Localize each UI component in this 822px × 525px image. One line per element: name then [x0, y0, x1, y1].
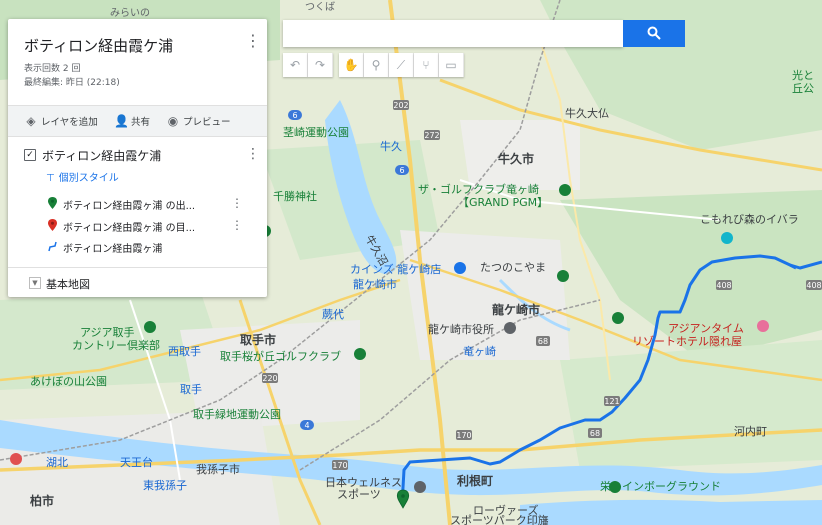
search-input[interactable] [283, 20, 623, 47]
red-pin-icon [46, 219, 58, 234]
preview-button[interactable]: ◉ プレビュー [166, 106, 231, 136]
layers-icon: ◈ [26, 114, 36, 128]
svg-text:220: 220 [262, 374, 277, 383]
label-abiko: 我孫子市 [196, 462, 240, 476]
line-icon[interactable]: ⟋ [389, 53, 414, 77]
svg-text:202: 202 [393, 101, 408, 110]
label-nihonwellness: 日本ウェルネス [325, 475, 402, 489]
label-mirai: みらいの [110, 7, 150, 19]
individual-style-link[interactable]: ⊤ 個別スタイル [46, 169, 119, 184]
label-nihonwellness2: スポーツ [337, 488, 381, 501]
paint-roller-icon: ⊤ [46, 173, 55, 184]
label-cainz: カインズ 龍ケ崎店 [350, 262, 441, 276]
panel-more-icon[interactable]: ⋮ [245, 31, 261, 51]
label-ushikushi: 牛久市 [498, 151, 534, 166]
search-icon [647, 26, 661, 40]
feature-item-end[interactable]: ボティロン経由霞ヶ浦 の目... ⋮ [46, 218, 243, 234]
ruler-icon[interactable]: ▭ [439, 53, 464, 77]
eye-icon: ◉ [167, 114, 179, 128]
label-asiantime2: リゾートホテル隠れ屋 [632, 335, 742, 348]
svg-text:272: 272 [424, 131, 439, 140]
label-golf2: 【GRAND PGM】 [458, 196, 548, 209]
svg-text:121: 121 [604, 397, 619, 406]
label-higashiabiko: 東我孫子 [143, 479, 187, 492]
hand-icon[interactable]: ✋ [339, 53, 364, 77]
label-golf: ザ・ゴルフクラブ竜ヶ崎 [418, 182, 539, 196]
marker-icon[interactable]: ⚲ [364, 53, 389, 77]
map-title[interactable]: ボティロン経由霞ケ浦 [24, 35, 173, 56]
route-icon[interactable]: ⑂ [414, 53, 439, 77]
label-akebono: あけぼの山公園 [30, 375, 107, 388]
svg-text:68: 68 [538, 337, 548, 346]
label-torideryokuchi: 取手緑地運動公園 [193, 407, 281, 421]
svg-text:4: 4 [304, 421, 309, 430]
label-asiantime: アジアンタイム [668, 322, 744, 335]
svg-text:68: 68 [590, 429, 600, 438]
last-edit: 最終編集: 昨日 (22:18) [24, 78, 120, 88]
basemap-label: 基本地図 [46, 278, 90, 291]
layer-checkbox[interactable]: ✓ [24, 149, 36, 161]
label-ushiku-station: 牛久 [380, 139, 402, 153]
feature-more-icon[interactable]: ⋮ [231, 196, 243, 210]
basemap-row[interactable]: ▼ 基本地図 [8, 267, 267, 298]
label-ryugasakishi: 龍ケ崎市 [492, 302, 540, 317]
route-line-icon [46, 241, 58, 255]
label-tenno: 天王台 [120, 455, 153, 469]
label-kosonko: 湖北 [46, 456, 68, 469]
label-asiatoride2: カントリー倶楽部 [72, 338, 160, 352]
layer-title[interactable]: ボティロン経由霞ケ浦 [42, 147, 161, 164]
view-count: 表示回数 2 回 [24, 64, 81, 74]
map-panel: ボティロン経由霞ケ浦 ⋮ 表示回数 2 回 最終編集: 昨日 (22:18) ◈… [8, 19, 267, 297]
label-ryugasaki: 竜ヶ崎 [463, 344, 496, 358]
undo-icon[interactable]: ↶ [283, 53, 308, 77]
label-tonecho: 利根町 [457, 473, 493, 488]
label-torideshi: 取手市 [240, 332, 276, 347]
label-chikatsu: 千勝神社 [273, 189, 317, 203]
label-kawachi: 河内町 [734, 424, 767, 438]
label-hasuyo: 蕨代 [322, 308, 344, 321]
svg-text:170: 170 [456, 431, 471, 440]
label-asiatoride: アジア取手 [80, 325, 135, 339]
label-hikari: 光と [792, 68, 814, 82]
layer-more-icon[interactable]: ⋮ [246, 146, 260, 162]
map-toolbar: ↶ ↷ ✋ ⚲ ⟋ ⑂ ▭ [283, 53, 464, 77]
label-rovers2: スポーツパーク印旛 [450, 513, 549, 525]
label-sakaerainbow: 栄レインボーグラウンド [600, 479, 721, 493]
label-nishitoride: 西取手 [168, 344, 201, 358]
feature-item-route[interactable]: ボティロン経由霞ヶ浦 [46, 240, 162, 255]
svg-text:408: 408 [716, 281, 731, 290]
label-toride-station: 取手 [180, 382, 202, 396]
expand-arrow-icon[interactable]: ▼ [29, 277, 41, 289]
label-kashiwa: 柏市 [30, 493, 54, 508]
panel-actions: ◈ レイヤを追加 👤 共有 ◉ プレビュー [8, 105, 267, 137]
label-kukizaki: 茎崎運動公園 [283, 125, 349, 139]
label-tatsunokoyama: たつのこやま [480, 261, 546, 274]
feature-item-start[interactable]: ボティロン経由霞ヶ浦 の出... ⋮ [46, 196, 243, 212]
label-hikari2: 丘公 [792, 82, 814, 95]
share-button[interactable]: 👤 共有 [114, 106, 150, 136]
svg-text:6: 6 [399, 166, 404, 175]
add-person-icon: 👤 [114, 114, 129, 128]
label-ryugasakishi-station: 龍ケ崎市 [353, 277, 397, 291]
green-pin-icon [46, 197, 58, 212]
feature-more-icon[interactable]: ⋮ [231, 218, 243, 232]
label-komorebi: こもれび森のイバラ [700, 212, 799, 226]
label-tsukuba: つくば [305, 1, 335, 13]
svg-text:6: 6 [292, 111, 297, 120]
redo-icon[interactable]: ↷ [308, 53, 333, 77]
search-button[interactable] [623, 20, 685, 47]
label-toride-sakura: 取手桜が丘ゴルフクラブ [220, 349, 341, 363]
label-ushikudaibutsu: 牛久大仏 [565, 106, 609, 120]
svg-text:170: 170 [332, 461, 347, 470]
svg-text:408: 408 [806, 281, 821, 290]
label-shiyakusho: 龍ケ崎市役所 [428, 322, 494, 336]
add-layer-button[interactable]: ◈ レイヤを追加 [24, 106, 97, 136]
